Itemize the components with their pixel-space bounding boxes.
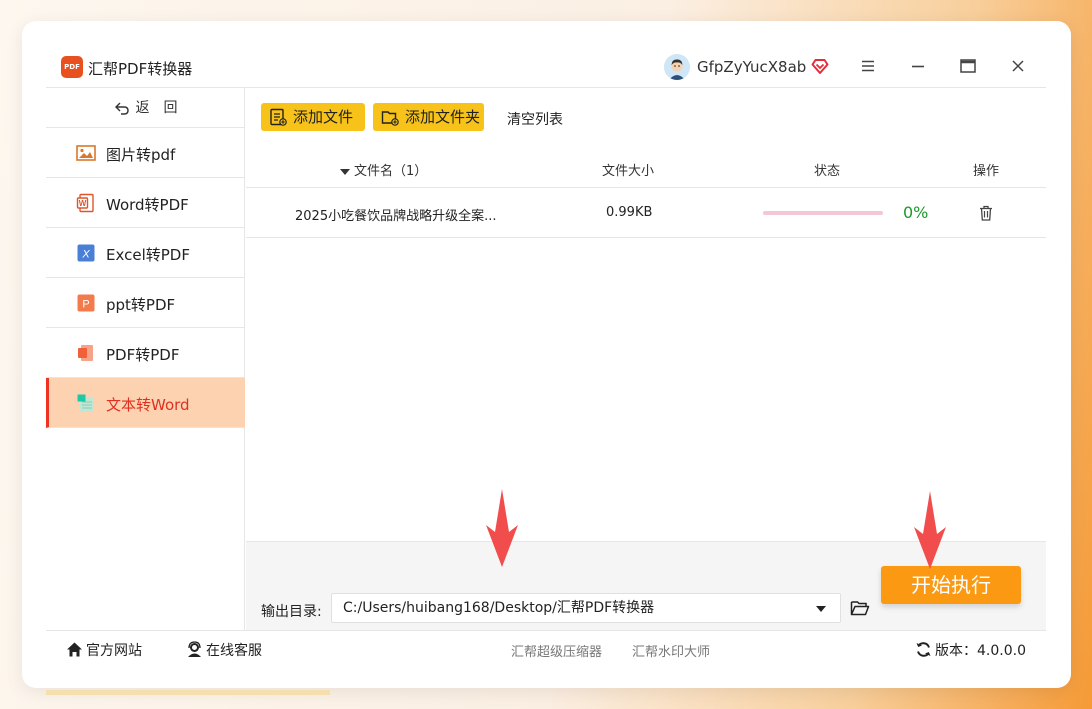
chevron-down-icon (816, 606, 826, 612)
column-status: 状态 (814, 164, 841, 179)
add-folder-button[interactable]: 添加文件夹 (373, 103, 484, 131)
svg-text:X: X (81, 249, 90, 261)
home-icon (67, 642, 82, 657)
output-dir-value: C:/Users/huibang168/Desktop/汇帮PDF转换器 (343, 600, 655, 616)
output-dir-label: 输出目录: (261, 604, 322, 620)
file-name: 2025小吃餐饮品牌战略升级全案... (295, 209, 497, 224)
official-site-link[interactable]: 官方网站 (66, 640, 142, 660)
sort-desc-icon (340, 168, 350, 175)
sidebar-nav: 图片转pdf W Word转PDF X Excel转PDF P ppt转PDF … (46, 128, 245, 428)
trash-icon[interactable] (977, 204, 995, 222)
sidebar-item-word-to-pdf[interactable]: W Word转PDF (46, 178, 245, 228)
image-icon (76, 145, 96, 161)
sidebar-item-label: ppt转PDF (106, 296, 176, 314)
start-button[interactable]: 开始执行 (881, 566, 1021, 604)
version-label: 版本：4.0.0.0 (935, 643, 1026, 659)
refresh-icon (916, 642, 931, 657)
online-service-link[interactable]: 在线客服 (186, 640, 262, 660)
sidebar-item-ppt-to-pdf[interactable]: P ppt转PDF (46, 278, 245, 328)
file-size: 0.99KB (606, 205, 653, 220)
app-window: PDF 汇帮PDF转换器 GfpZyYucX8ab 返 回 图片转pdf W W… (46, 46, 1046, 664)
column-actions: 操作 (973, 164, 1000, 179)
online-service-label: 在线客服 (206, 643, 262, 659)
column-filesize: 文件大小 (602, 164, 655, 179)
footer: 官方网站 在线客服 汇帮超级压缩器 汇帮水印大师 版本：4.0.0.0 (46, 630, 1046, 664)
username[interactable]: GfpZyYucX8ab (697, 58, 806, 76)
annotation-arrow-down (486, 489, 518, 567)
output-dir-select[interactable]: C:/Users/huibang168/Desktop/汇帮PDF转换器 (331, 593, 841, 623)
progress-percent: 0% (903, 203, 929, 222)
sidebar-item-text-to-word[interactable]: 文本转Word (46, 378, 245, 428)
customer-service-icon (188, 641, 201, 657)
back-label: 返 回 (135, 100, 178, 116)
table-header: 文件名（1） 文件大小 状态 操作 (246, 148, 1046, 188)
open-folder-icon[interactable] (850, 598, 870, 618)
column-filename-label: 文件名（1） (354, 164, 428, 179)
sidebar-item-pdf-to-pdf[interactable]: PDF转PDF (46, 328, 245, 378)
sidebar-item-excel-to-pdf[interactable]: X Excel转PDF (46, 228, 245, 278)
sidebar-item-label: 图片转pdf (106, 146, 176, 164)
pdf-icon (78, 345, 93, 361)
text-icon (77, 394, 94, 412)
back-button[interactable]: 返 回 (46, 88, 245, 128)
vip-heart-icon[interactable] (810, 56, 830, 76)
sidebar-item-label: PDF转PDF (106, 346, 180, 364)
svg-text:P: P (82, 299, 89, 311)
ppt-icon: P (77, 294, 95, 312)
table-row[interactable]: 2025小吃餐饮品牌战略升级全案... 0.99KB 0% (246, 188, 1046, 238)
avatar[interactable] (664, 54, 690, 80)
official-site-label: 官方网站 (86, 643, 142, 659)
back-arrow-icon (114, 102, 129, 115)
decor-stripe (46, 690, 330, 695)
clear-list-button[interactable]: 清空列表 (507, 109, 563, 129)
title-bar: PDF 汇帮PDF转换器 GfpZyYucX8ab (46, 46, 1046, 88)
add-file-button[interactable]: 添加文件 (261, 103, 365, 131)
add-file-label: 添加文件 (293, 108, 354, 126)
menu-icon[interactable] (858, 56, 878, 76)
minimize-icon[interactable] (908, 56, 928, 76)
maximize-icon[interactable] (958, 56, 978, 76)
progress-bar (763, 211, 883, 215)
app-logo-icon: PDF (61, 56, 83, 78)
sidebar-item-label: Excel转PDF (106, 246, 190, 264)
sidebar-item-label: Word转PDF (106, 196, 189, 214)
word-icon: W (76, 193, 94, 213)
add-folder-icon (381, 111, 399, 126)
version-info[interactable]: 版本：4.0.0.0 (915, 640, 1026, 660)
sidebar-item-label: 文本转Word (106, 396, 190, 414)
app-title: 汇帮PDF转换器 (88, 60, 193, 78)
column-filename[interactable]: 文件名（1） (340, 160, 427, 179)
sidebar-item-image-to-pdf[interactable]: 图片转pdf (46, 128, 245, 178)
excel-icon: X (77, 244, 95, 262)
close-icon[interactable] (1008, 56, 1028, 76)
watermark-link[interactable]: 汇帮水印大师 (632, 641, 710, 660)
sidebar: 返 回 图片转pdf W Word转PDF X Excel转PDF P ppt转… (46, 88, 245, 630)
annotation-arrow-down (914, 491, 946, 569)
add-file-icon (270, 108, 287, 126)
compressor-link[interactable]: 汇帮超级压缩器 (511, 641, 602, 660)
svg-text:W: W (79, 199, 87, 208)
toolbar: 添加文件 添加文件夹 清空列表 (246, 88, 1046, 148)
add-folder-label: 添加文件夹 (405, 108, 481, 126)
